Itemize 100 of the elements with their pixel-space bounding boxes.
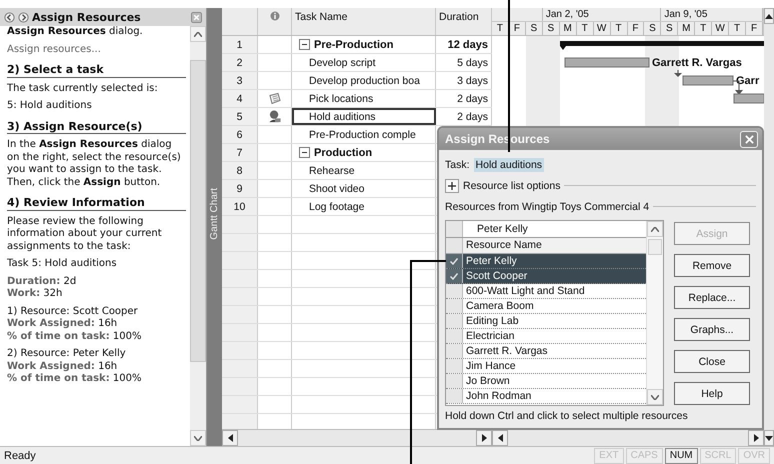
row-number: 3 (236, 74, 242, 86)
scroll-left-icon[interactable] (228, 434, 232, 442)
task-name-cell[interactable]: Log footage (292, 198, 436, 215)
resource-label: Garr (736, 75, 760, 87)
day-label: S (649, 23, 656, 34)
resource-row[interactable]: Jim Hance (446, 359, 646, 374)
assignment-info-line: % of time on task: 100% (7, 330, 142, 343)
resource-row[interactable]: 600-Watt Light and Stand (446, 284, 646, 299)
task-name-cell[interactable]: Shoot video (292, 180, 436, 197)
resource-row[interactable]: Editing Lab (446, 314, 646, 329)
assignment-info-line: Work Assigned: 16h (7, 318, 118, 330)
week-label: Jan 9, '05 (664, 9, 708, 20)
dialog-button[interactable]: Remove (674, 254, 750, 277)
scroll-thumb[interactable] (648, 239, 662, 255)
dialog-button[interactable]: Graphs... (674, 318, 750, 341)
task-name-cell[interactable]: Rehearse (292, 162, 436, 179)
pane-paragraph: Task 5: Hold auditions (7, 258, 118, 270)
week-label: Jan 2, '05 (546, 9, 589, 20)
scroll-thumb[interactable] (190, 60, 206, 362)
note-icon (268, 92, 282, 105)
pane-paragraph: Please review the following information about your current assignments to the task: (7, 216, 163, 253)
view-label: Gantt Chart (209, 188, 220, 240)
scroll-down-icon[interactable] (765, 436, 773, 440)
duration-cell: 2 days (457, 92, 488, 104)
task-name-cell[interactable]: Hold auditions (292, 108, 436, 125)
row-number: 2 (236, 56, 242, 68)
collapse-toggle[interactable] (299, 39, 310, 50)
scroll-up-icon[interactable] (765, 14, 773, 18)
section-heading: 3) Assign Resource(s) (7, 118, 186, 134)
day-label: T (700, 23, 706, 34)
horizontal-scrollbar[interactable] (222, 429, 764, 446)
assignment-info-line: Work Assigned: 16h (7, 360, 118, 373)
task-name-cell[interactable]: Pre-Production comple (292, 126, 436, 143)
summary-bar[interactable] (560, 41, 764, 50)
row-number: 4 (236, 92, 242, 104)
day-label: F (514, 23, 520, 34)
pane-paragraph: 5: Hold auditions (7, 100, 93, 112)
resource-row[interactable]: Electrician (446, 329, 646, 344)
section-heading: 4) Review Information (7, 194, 186, 210)
column-header: Task Name (295, 11, 348, 23)
duration-cell: 3 days (457, 74, 488, 86)
duration-cell: 12 days (448, 38, 488, 50)
row-number: 6 (236, 128, 242, 140)
row-header-cell (446, 221, 463, 237)
plus-icon (448, 182, 456, 190)
task-row[interactable]: 3 Develop production boa 3 days (222, 72, 492, 90)
task-name-cell[interactable]: Pre-Production (292, 36, 436, 53)
day-label: M (564, 23, 572, 34)
close-icon[interactable] (191, 12, 202, 22)
task-name-cell[interactable]: Develop script (292, 54, 436, 71)
section-heading: 2) Select a task (7, 61, 186, 78)
dialog-button[interactable]: Close (674, 350, 750, 373)
task-row[interactable]: 5 Hold auditions 2 days (222, 108, 492, 126)
resource-row[interactable]: Garrett R. Vargas (446, 344, 646, 359)
task-name-cell[interactable]: Production (292, 144, 436, 161)
collapse-toggle[interactable] (299, 147, 310, 158)
forward-icon[interactable] (18, 12, 29, 22)
assignment-info-line: Work: 32h (7, 288, 64, 300)
close-icon (744, 134, 754, 144)
assignment-info-line: % of time on task: 100% (7, 373, 142, 386)
day-label: S (530, 23, 538, 34)
day-label: T (734, 23, 740, 34)
resource-row[interactable]: John Rodman (446, 389, 646, 404)
scroll-right-icon[interactable] (482, 434, 486, 442)
view-bar[interactable]: Gantt Chart (207, 8, 222, 446)
scroll-right-icon[interactable] (754, 434, 758, 442)
pane-paragraph: The task currently selected is: (7, 82, 159, 95)
task-row[interactable]: 4 Pick locations 2 days (222, 90, 492, 108)
resource-row[interactable]: Scott Cooper (446, 269, 646, 284)
pane-scrollbar[interactable] (190, 26, 206, 446)
status-text: Ready (4, 450, 36, 462)
resource-row[interactable]: Camera Boom (446, 299, 646, 314)
row-number: 8 (236, 164, 242, 176)
pane-paragraph: In the Assign Resources dialog on the right, select the resource(s) you want to assign to the task. Then, click the Assign button. (7, 139, 182, 189)
task-pane-title: Assign Resources (32, 10, 141, 24)
back-icon[interactable] (4, 12, 15, 22)
task-name-cell[interactable]: Pick locations (292, 90, 436, 107)
dialog-button[interactable]: Replace... (674, 286, 750, 309)
hint-text: Hold down Ctrl and click to select multiple resources (445, 410, 689, 422)
assign-resources-link[interactable]: Assign resources... (7, 44, 186, 56)
row-number: 10 (234, 200, 246, 212)
vertical-scrollbar[interactable] (764, 8, 774, 446)
expand-options-button[interactable] (445, 178, 459, 192)
column-header: Resource Name (465, 238, 542, 253)
task-row[interactable]: 1 Pre-Production 12 days (222, 36, 492, 54)
task-value: Hold auditions (474, 158, 544, 172)
row-number: 7 (236, 146, 242, 158)
pane-paragraph: Assign Resources dialog. (7, 26, 144, 38)
close-button[interactable] (740, 130, 758, 148)
scroll-left-icon[interactable] (498, 434, 502, 442)
day-label: S (547, 23, 554, 34)
task-name-cell[interactable]: Develop production boa (292, 72, 436, 89)
resource-row[interactable]: Peter Kelly (446, 254, 646, 269)
row-number: 9 (236, 182, 242, 194)
task-row[interactable]: 2 Develop script 5 days (222, 54, 492, 72)
day-label: T (496, 23, 504, 34)
dependency-arrow (674, 70, 682, 77)
day-label: F (632, 23, 639, 34)
dialog-button[interactable]: Help (674, 382, 750, 405)
resource-row[interactable]: Jo Brown (446, 374, 646, 389)
